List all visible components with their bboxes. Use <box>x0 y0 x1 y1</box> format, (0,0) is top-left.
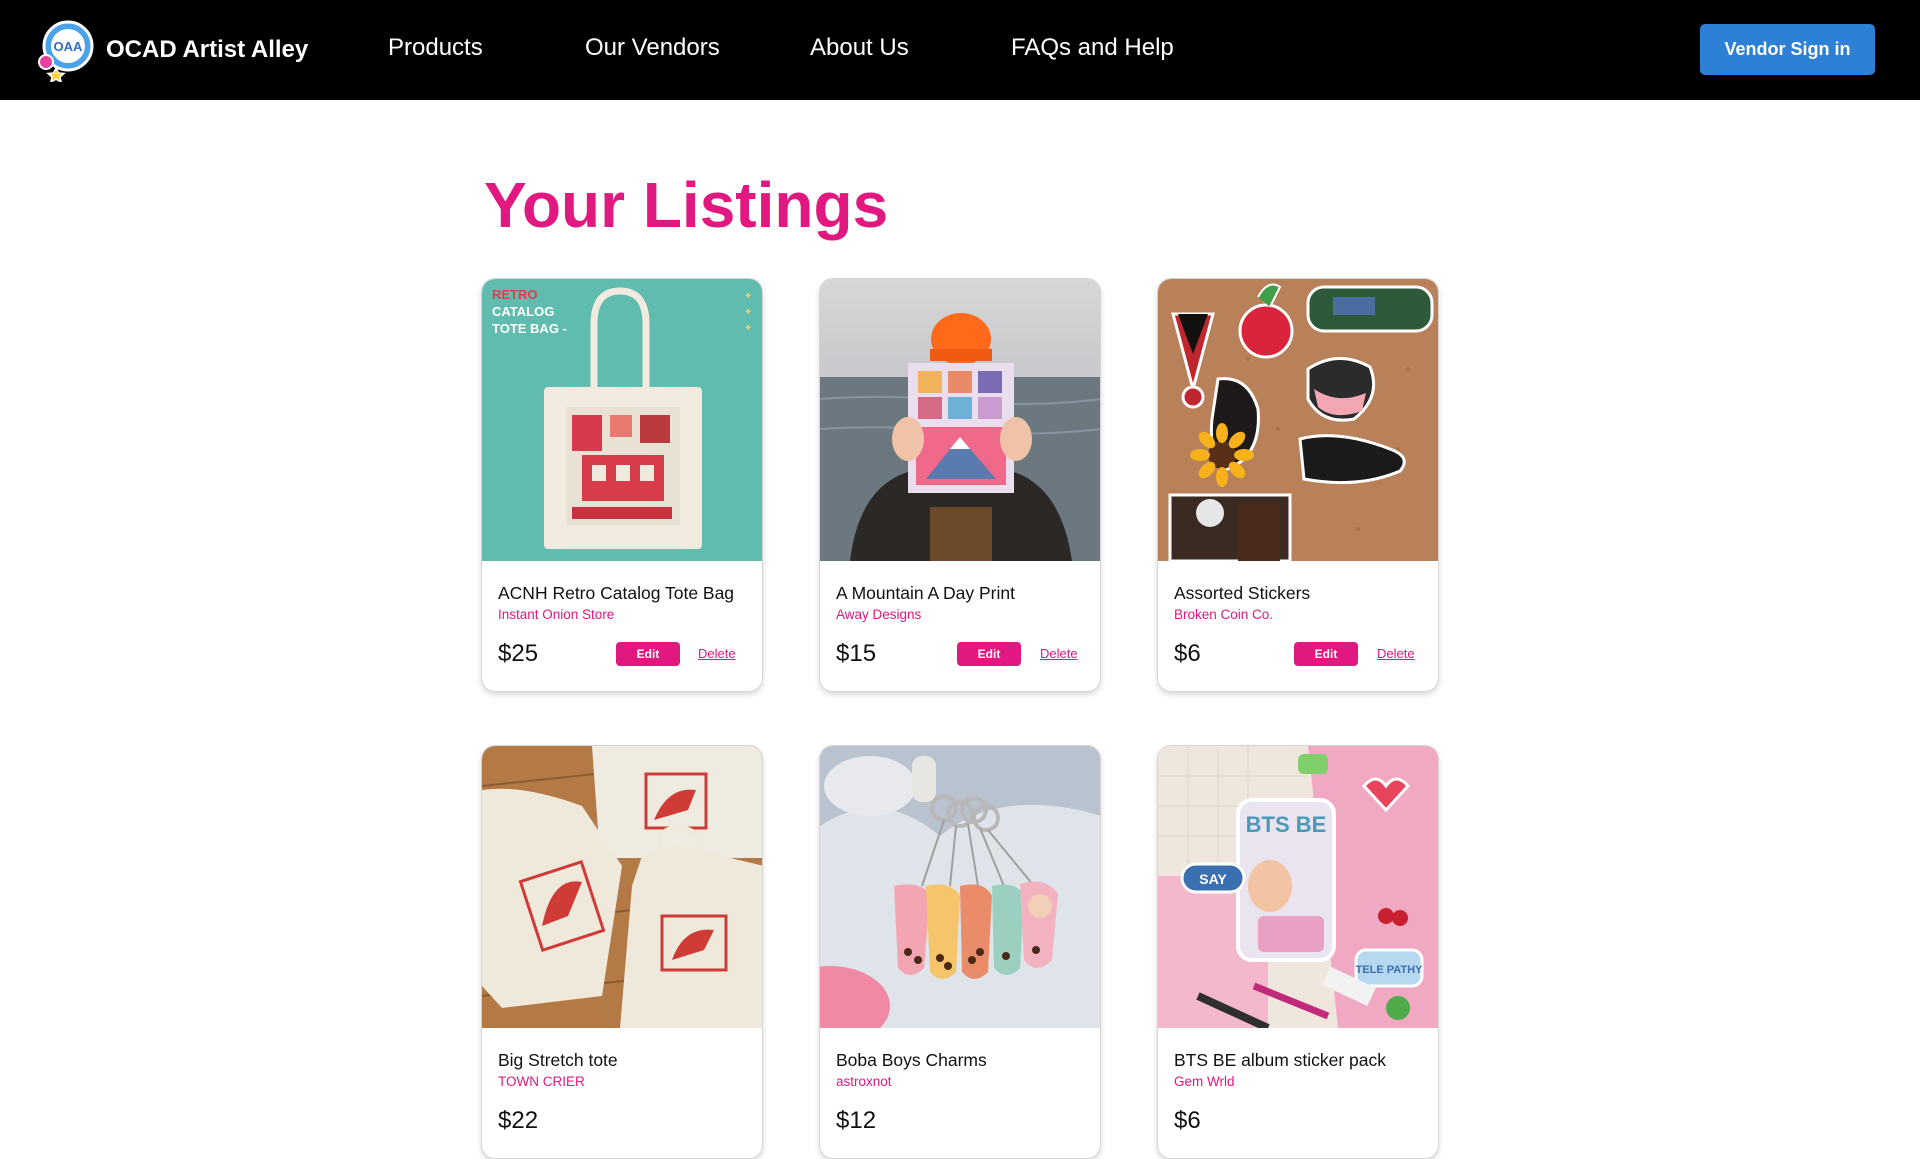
card-body: Big Stretch tote TOWN CRIER $22 <box>482 1028 762 1158</box>
nav-our-vendors[interactable]: Our Vendors <box>585 34 720 62</box>
svg-text:RETRO: RETRO <box>492 287 538 302</box>
svg-text:SAY: SAY <box>1199 871 1227 887</box>
svg-text:CATALOG: CATALOG <box>492 304 554 319</box>
listing-vendor[interactable]: TOWN CRIER <box>498 1074 746 1089</box>
nav-products[interactable]: Products <box>388 34 483 62</box>
edit-button[interactable]: Edit <box>957 642 1021 666</box>
svg-text:BTS BE: BTS BE <box>1246 812 1327 837</box>
product-image[interactable] <box>820 279 1101 561</box>
listing-price: $6 <box>1174 640 1201 667</box>
listing-vendor[interactable]: Broken Coin Co. <box>1174 607 1422 622</box>
nav-about-us[interactable]: About Us <box>810 34 909 62</box>
svg-text:TELE PATHY: TELE PATHY <box>1356 964 1423 976</box>
card-body: A Mountain A Day Print Away Designs $15 … <box>820 561 1100 691</box>
listing-price: $6 <box>1174 1107 1201 1134</box>
product-image[interactable] <box>1158 279 1439 561</box>
vendor-sign-in-button[interactable]: Vendor Sign in <box>1700 24 1875 75</box>
listing-title[interactable]: A Mountain A Day Print <box>836 583 1084 604</box>
home-link[interactable]: OAA OCAD Artist Alley <box>36 18 308 82</box>
listing-price: $15 <box>836 640 877 667</box>
listing-price: $25 <box>498 640 539 667</box>
listing-vendor[interactable]: Gem Wrld <box>1174 1074 1422 1089</box>
listing-card: Boba Boys Charms astroxnot $12 <box>819 745 1101 1159</box>
delete-link[interactable]: Delete <box>698 646 736 661</box>
listing-card: A Mountain A Day Print Away Designs $15 … <box>819 278 1101 692</box>
listing-vendor[interactable]: astroxnot <box>836 1074 1084 1089</box>
listing-card: Big Stretch tote TOWN CRIER $22 <box>481 745 763 1159</box>
delete-link[interactable]: Delete <box>1377 646 1415 661</box>
product-image[interactable]: BTS BE SAY TELE PATHY <box>1158 746 1439 1028</box>
listing-title[interactable]: BTS BE album sticker pack <box>1174 1050 1422 1071</box>
listing-vendor[interactable]: Instant Onion Store <box>498 607 746 622</box>
svg-text:TOTE BAG -: TOTE BAG - <box>492 321 567 336</box>
listing-title[interactable]: Boba Boys Charms <box>836 1050 1084 1071</box>
svg-text:✦: ✦ <box>744 291 752 302</box>
listing-title[interactable]: ACNH Retro Catalog Tote Bag <box>498 583 746 604</box>
listing-card: RETRO CATALOG TOTE BAG - ✦ ✦ ✦ ACNH Retr… <box>481 278 763 692</box>
listing-title[interactable]: Big Stretch tote <box>498 1050 746 1071</box>
listing-price: $22 <box>498 1107 539 1134</box>
listing-vendor[interactable]: Away Designs <box>836 607 1084 622</box>
delete-link[interactable]: Delete <box>1040 646 1078 661</box>
listing-price: $12 <box>836 1107 877 1134</box>
card-body: BTS BE album sticker pack Gem Wrld $6 <box>1158 1028 1438 1158</box>
product-image[interactable] <box>482 746 763 1028</box>
listing-card: Assorted Stickers Broken Coin Co. $6 Edi… <box>1157 278 1439 692</box>
card-body: Assorted Stickers Broken Coin Co. $6 Edi… <box>1158 561 1438 691</box>
svg-text:OAA: OAA <box>54 39 84 54</box>
nav-faqs-help[interactable]: FAQs and Help <box>1011 34 1174 62</box>
top-navbar: OAA OCAD Artist Alley Products Our Vendo… <box>0 0 1920 100</box>
edit-button[interactable]: Edit <box>1294 642 1358 666</box>
page-title: Your Listings <box>484 169 889 241</box>
svg-text:✦: ✦ <box>744 323 752 334</box>
oaa-logo: OAA <box>38 20 94 82</box>
listing-title[interactable]: Assorted Stickers <box>1174 583 1422 604</box>
card-body: Boba Boys Charms astroxnot $12 <box>820 1028 1100 1158</box>
svg-text:✦: ✦ <box>744 307 752 318</box>
listing-card: BTS BE SAY TELE PATHY BTS BE album stick… <box>1157 745 1439 1159</box>
card-body: ACNH Retro Catalog Tote Bag Instant Onio… <box>482 561 762 691</box>
listings-grid: RETRO CATALOG TOTE BAG - ✦ ✦ ✦ ACNH Retr… <box>481 278 1441 1159</box>
product-image[interactable]: RETRO CATALOG TOTE BAG - ✦ ✦ ✦ <box>482 279 763 561</box>
edit-button[interactable]: Edit <box>616 642 680 666</box>
brand-name: OCAD Artist Alley <box>106 36 309 63</box>
product-image[interactable] <box>820 746 1101 1028</box>
